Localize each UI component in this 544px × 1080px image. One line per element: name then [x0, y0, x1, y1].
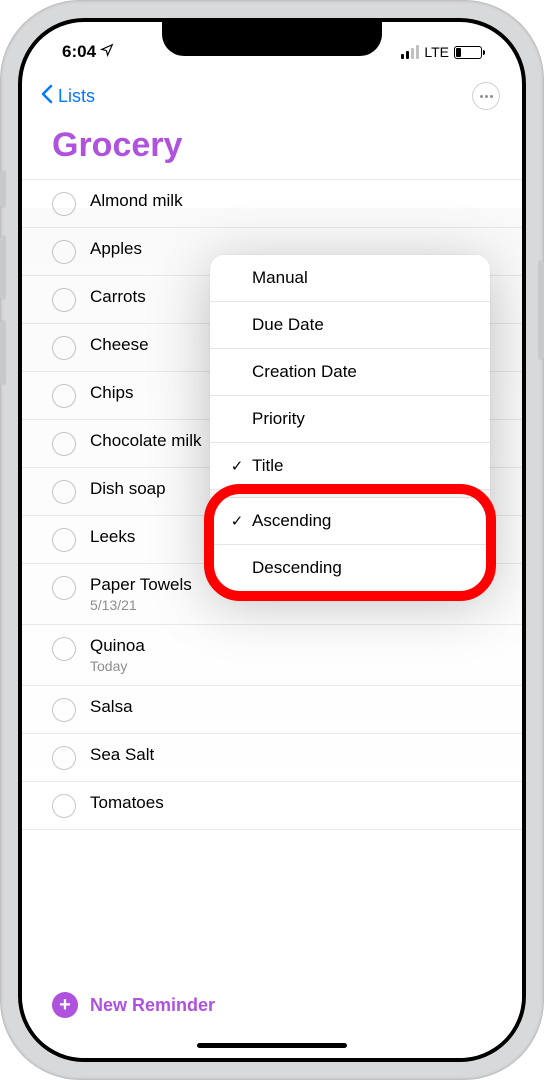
completion-circle[interactable]: [52, 336, 76, 360]
reminder-item[interactable]: Almond milk: [22, 179, 522, 228]
reminder-title: Tomatoes: [90, 793, 502, 813]
completion-circle[interactable]: [52, 637, 76, 661]
completion-circle[interactable]: [52, 192, 76, 216]
completion-circle[interactable]: [52, 432, 76, 456]
sort-option-priority[interactable]: Priority: [210, 396, 490, 443]
sort-option-due-date[interactable]: Due Date: [210, 302, 490, 349]
device-notch: [162, 22, 382, 56]
plus-circle-icon[interactable]: +: [52, 992, 78, 1018]
reminder-item[interactable]: Quinoa Today: [22, 625, 522, 686]
navigation-bar: Lists: [22, 72, 522, 120]
location-icon: [100, 42, 114, 62]
reminder-item[interactable]: Salsa: [22, 686, 522, 734]
completion-circle[interactable]: [52, 528, 76, 552]
menu-item-label: Due Date: [252, 315, 472, 335]
chevron-left-icon: [40, 84, 54, 109]
status-time: 6:04: [62, 42, 96, 62]
sort-option-ascending[interactable]: ✓ Ascending: [210, 498, 490, 545]
completion-circle[interactable]: [52, 384, 76, 408]
reminder-item[interactable]: Tomatoes: [22, 782, 522, 830]
reminder-subtitle: Today: [90, 658, 502, 674]
menu-item-label: Title: [252, 456, 472, 476]
volume-down-button: [0, 320, 6, 385]
reminder-title: Salsa: [90, 697, 502, 717]
checkmark-icon: ✓: [228, 457, 246, 475]
volume-up-button: [0, 235, 6, 300]
menu-item-label: Descending: [252, 558, 472, 578]
home-indicator[interactable]: [197, 1043, 347, 1048]
silent-switch: [0, 170, 6, 208]
reminder-title: Almond milk: [90, 191, 502, 211]
completion-circle[interactable]: [52, 288, 76, 312]
sort-option-creation-date[interactable]: Creation Date: [210, 349, 490, 396]
battery-icon: [454, 46, 482, 59]
new-reminder-button[interactable]: New Reminder: [90, 995, 215, 1016]
reminder-subtitle: 5/13/21: [90, 597, 502, 613]
menu-item-label: Creation Date: [252, 362, 472, 382]
more-options-button[interactable]: [472, 82, 500, 110]
completion-circle[interactable]: [52, 698, 76, 722]
back-button[interactable]: Lists: [40, 84, 95, 109]
checkmark-icon: ✓: [228, 512, 246, 530]
completion-circle[interactable]: [52, 240, 76, 264]
list-title: Grocery: [22, 120, 522, 179]
menu-separator: [210, 490, 490, 498]
completion-circle[interactable]: [52, 480, 76, 504]
sort-option-title[interactable]: ✓ Title: [210, 443, 490, 490]
cellular-signal-icon: [401, 45, 419, 59]
power-button: [538, 260, 544, 360]
reminder-item[interactable]: Sea Salt: [22, 734, 522, 782]
reminder-title: Quinoa: [90, 636, 502, 656]
sort-option-descending[interactable]: Descending: [210, 545, 490, 591]
phone-frame: 6:04 LTE List: [0, 0, 544, 1080]
sort-option-manual[interactable]: Manual: [210, 255, 490, 302]
network-label: LTE: [424, 44, 449, 60]
completion-circle[interactable]: [52, 746, 76, 770]
menu-item-label: Priority: [252, 409, 472, 429]
sort-menu: Manual Due Date Creation Date Priority ✓ Titl…: [210, 255, 490, 591]
completion-circle[interactable]: [52, 576, 76, 600]
menu-item-label: Manual: [252, 268, 472, 288]
menu-item-label: Ascending: [252, 511, 472, 531]
back-label: Lists: [58, 86, 95, 107]
reminder-title: Sea Salt: [90, 745, 502, 765]
completion-circle[interactable]: [52, 794, 76, 818]
